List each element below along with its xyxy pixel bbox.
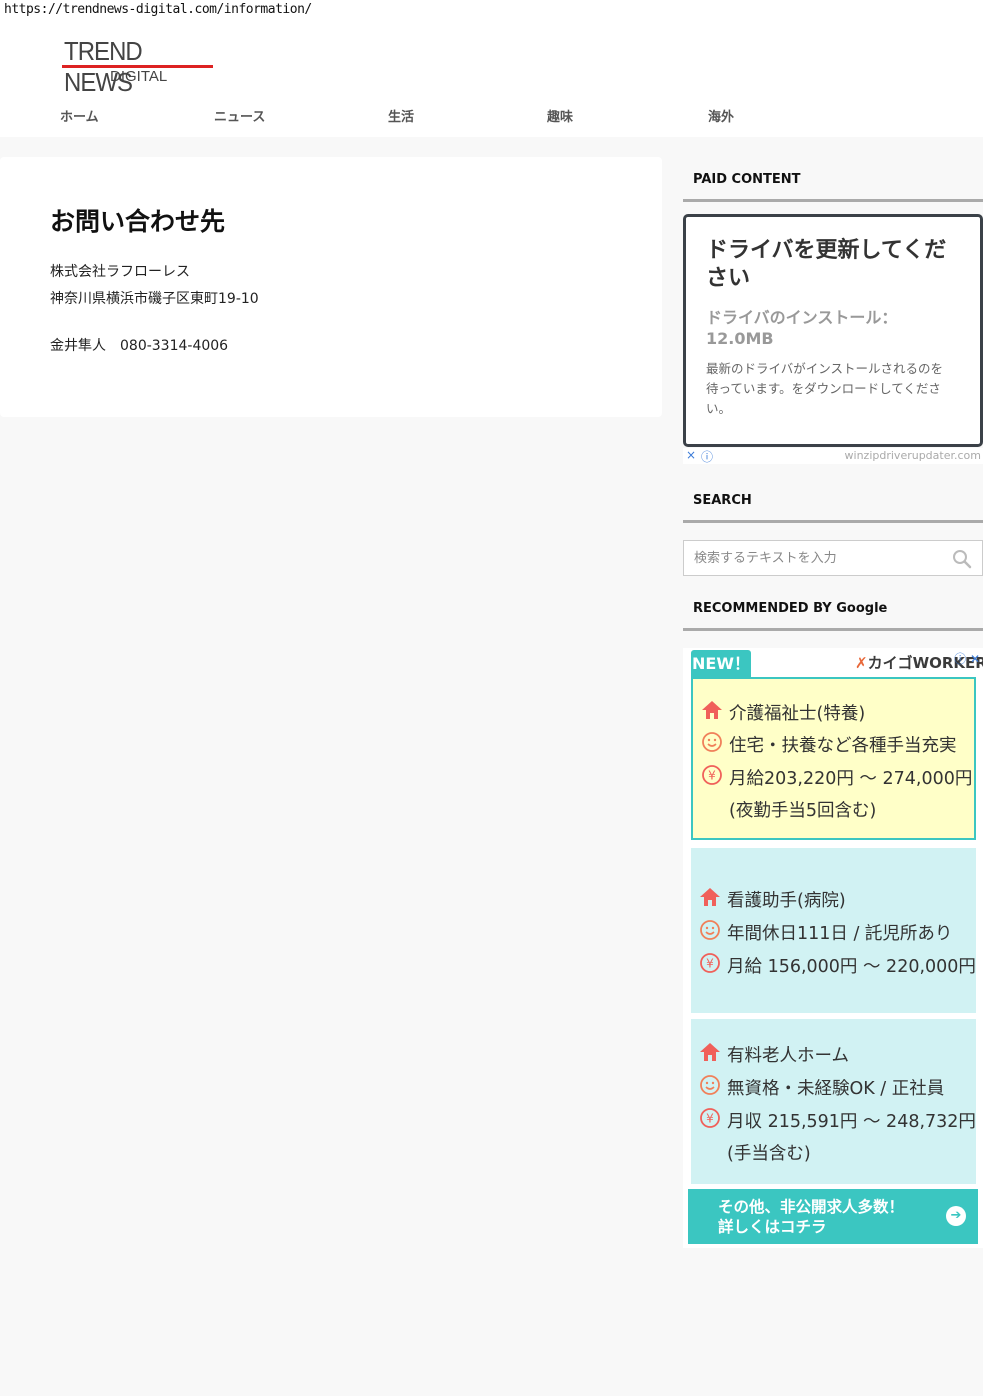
svg-text:¥: ¥ (706, 957, 714, 971)
company-name: 株式会社ラフローレス (50, 264, 190, 280)
info-icon[interactable]: ⓘ (954, 652, 966, 666)
search-heading: SEARCH (683, 493, 983, 523)
driver-ad-description: 最新のドライバがインストールされるのを待っています。をダウンロードしてください。 (706, 361, 944, 416)
job-benefit: 無資格・未経験OK / 正社員 (727, 1079, 945, 1099)
job-salary: 月給203,220円 〜 274,000円 (729, 769, 973, 789)
kaigo-logo-mark: ✗ (855, 654, 868, 672)
smile-icon (702, 732, 722, 752)
cta-text: その他、非公開求人多数！ 詳しくはコチラ (718, 1197, 904, 1237)
smile-icon (700, 920, 720, 940)
job-ad[interactable]: NEW！ ✗カイゴWORKER ⓘ ✕ 介護福祉士(特養) 住宅・扶養など各種手… (683, 648, 983, 1248)
search-box (683, 540, 983, 576)
job-salary: 月収 215,591円 〜 248,732円 (727, 1112, 976, 1132)
paid-content-heading: PAID CONTENT (683, 172, 983, 202)
nav-item-life[interactable]: 生活 (388, 106, 414, 125)
ad-choices[interactable]: ⓘ ✕ (954, 650, 980, 667)
arrow-right-icon: ➔ (946, 1206, 966, 1226)
nav-item-hobby[interactable]: 趣味 (547, 106, 573, 125)
search-input[interactable] (684, 541, 944, 575)
ad-domain[interactable]: winzipdriverupdater.com (845, 449, 981, 462)
logo-sub-text: DIGITAL (110, 68, 168, 85)
nav-item-home[interactable]: ホーム (60, 106, 99, 125)
job-benefit: 年間休日111日 / 託児所あり (727, 924, 953, 944)
cta-line-2: 詳しくはコチラ (718, 1218, 827, 1236)
driver-ad-footer: × ⓘ winzipdriverupdater.com (683, 448, 983, 464)
job-salary-note: (夜勤手当5回含む) (729, 801, 877, 821)
driver-ad-subtitle: ドライバのインストール：12.0MB (706, 308, 898, 348)
svg-text:¥: ¥ (706, 1112, 714, 1126)
info-icon[interactable]: ⓘ (701, 448, 713, 465)
yen-icon: ¥ (702, 765, 722, 785)
job-salary-note: (手当含む) (727, 1144, 811, 1164)
job-salary: 月給 156,000円 〜 220,000円 (727, 957, 976, 977)
job-benefit: 住宅・扶養など各種手当充実 (729, 736, 957, 756)
job-title: 介護福祉士(特養) (729, 704, 866, 724)
home-icon (700, 888, 720, 906)
svg-text:¥: ¥ (708, 769, 716, 783)
new-badge: NEW！ (691, 650, 751, 678)
driver-ad[interactable]: ドライバを更新してください ドライバのインストール：12.0MB 最新のドライバ… (683, 214, 983, 447)
url-text: https://trendnews-digital.com/informatio… (4, 2, 312, 17)
job-card[interactable]: 有料老人ホーム 無資格・未経験OK / 正社員 ¥ 月収 215,591円 〜 … (691, 1019, 976, 1184)
yen-icon: ¥ (700, 1108, 720, 1128)
driver-ad-title: ドライバを更新してください (706, 238, 947, 291)
page-title: お問い合わせ先 (50, 207, 226, 236)
job-title: 有料老人ホーム (727, 1046, 849, 1066)
main-nav: ホーム ニュース 生活 趣味 海外 (0, 106, 983, 128)
nav-item-news[interactable]: ニュース (214, 106, 265, 125)
yen-icon: ¥ (700, 953, 720, 973)
job-card[interactable]: 介護福祉士(特養) 住宅・扶養など各種手当充実 ¥ 月給203,220円 〜 2… (691, 677, 976, 840)
company-address: 神奈川県横浜市磯子区東町19-10 (50, 291, 259, 307)
close-icon[interactable]: ✕ (970, 652, 980, 666)
more-jobs-button[interactable]: その他、非公開求人多数！ 詳しくはコチラ ➔ (688, 1189, 978, 1244)
smile-icon (700, 1075, 720, 1095)
site-logo[interactable]: TREND NEWS DIGITAL (62, 36, 214, 97)
recommended-heading: RECOMMENDED BY Google (683, 601, 983, 631)
contact-person-phone: 金井隼人 080-3314-4006 (50, 338, 229, 354)
cta-line-1: その他、非公開求人多数！ (718, 1198, 905, 1216)
main-content: お問い合わせ先 株式会社ラフローレス 神奈川県横浜市磯子区東町19-10 金井隼… (0, 157, 662, 417)
search-icon[interactable] (952, 549, 972, 569)
job-card[interactable]: 看護助手(病院) 年間休日111日 / 託児所あり ¥ 月給 156,000円 … (691, 848, 976, 1013)
close-icon[interactable]: × (686, 448, 696, 462)
home-icon (702, 701, 722, 719)
home-icon (700, 1043, 720, 1061)
nav-item-overseas[interactable]: 海外 (708, 106, 734, 125)
job-title: 看護助手(病院) (727, 891, 846, 911)
